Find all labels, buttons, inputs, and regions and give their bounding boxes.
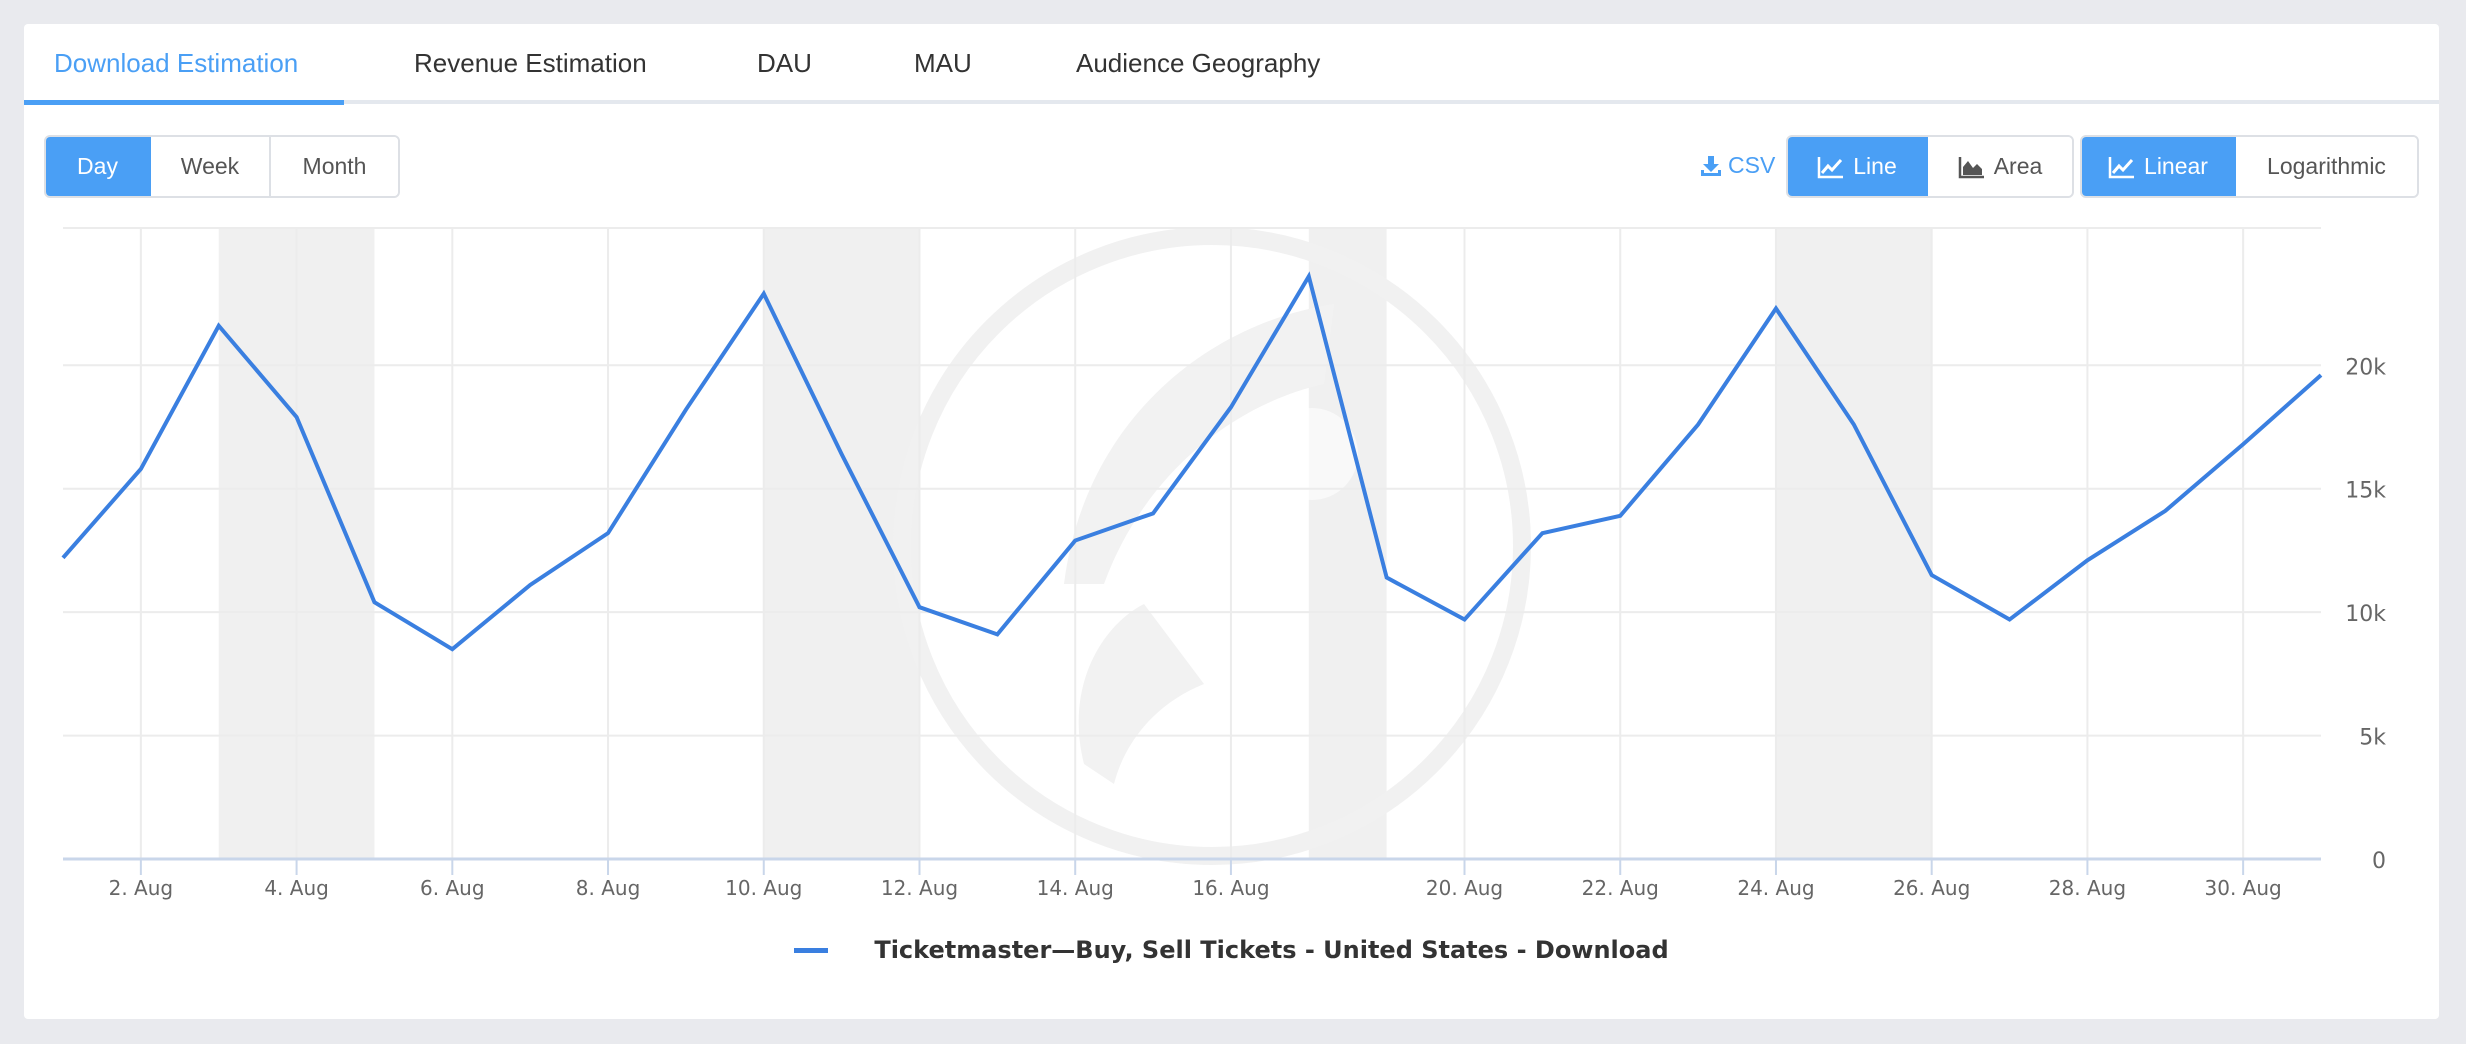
data-point[interactable] bbox=[1539, 530, 1545, 536]
x-tick-label: 10. Aug bbox=[725, 876, 802, 900]
data-point[interactable] bbox=[605, 530, 611, 536]
data-point[interactable] bbox=[60, 555, 66, 561]
x-tick-label: 16. Aug bbox=[1192, 876, 1269, 900]
watermark-logo bbox=[893, 227, 1531, 865]
x-tick-label: 30. Aug bbox=[2205, 876, 2282, 900]
data-point[interactable] bbox=[2084, 557, 2090, 563]
data-point[interactable] bbox=[1617, 513, 1623, 519]
x-tick-label: 20. Aug bbox=[1426, 876, 1503, 900]
data-point[interactable] bbox=[1072, 538, 1078, 544]
data-point[interactable] bbox=[1851, 422, 1857, 428]
series-line[interactable] bbox=[61, 271, 2323, 652]
data-point[interactable] bbox=[1150, 510, 1156, 516]
chart-card: Download Estimation Revenue Estimation D… bbox=[24, 24, 2439, 1019]
data-point[interactable] bbox=[2162, 508, 2168, 514]
x-tick-label: 12. Aug bbox=[881, 876, 958, 900]
legend-label[interactable]: Ticketmaster—Buy, Sell Tickets - United … bbox=[874, 936, 1668, 964]
x-tick-label: 24. Aug bbox=[1737, 876, 1814, 900]
data-point[interactable] bbox=[1306, 273, 1312, 279]
y-tick-label: 15k bbox=[2345, 479, 2386, 504]
chart-legend: Ticketmaster—Buy, Sell Tickets - United … bbox=[24, 936, 2439, 964]
data-point[interactable] bbox=[371, 599, 377, 605]
data-point[interactable] bbox=[1384, 575, 1390, 581]
data-point[interactable] bbox=[916, 604, 922, 610]
x-tick-label: 2. Aug bbox=[109, 876, 174, 900]
data-point[interactable] bbox=[1929, 572, 1935, 578]
data-point[interactable] bbox=[839, 451, 845, 457]
data-point[interactable] bbox=[761, 291, 767, 297]
y-tick-label: 5k bbox=[2359, 726, 2386, 751]
y-tick-label: 20k bbox=[2345, 355, 2386, 380]
data-point[interactable] bbox=[683, 407, 689, 413]
x-tick-label: 28. Aug bbox=[2049, 876, 2126, 900]
x-tick-label: 14. Aug bbox=[1037, 876, 1114, 900]
x-tick-label: 6. Aug bbox=[420, 876, 485, 900]
data-point[interactable] bbox=[294, 414, 300, 420]
data-point[interactable] bbox=[216, 323, 222, 329]
data-point[interactable] bbox=[138, 466, 144, 472]
data-point[interactable] bbox=[1228, 404, 1234, 410]
y-tick-label: 0 bbox=[2372, 849, 2386, 874]
data-point[interactable] bbox=[449, 646, 455, 652]
data-point[interactable] bbox=[1773, 305, 1779, 311]
download-chart: 2. Aug 4. Aug 6. Aug 8. Aug 10. Aug 12. Aug 14… bbox=[60, 227, 2386, 900]
x-tick-label: 22. Aug bbox=[1582, 876, 1659, 900]
weekend-band bbox=[1775, 228, 1932, 859]
y-tick-label: 10k bbox=[2345, 602, 2386, 627]
x-tick-label: 8. Aug bbox=[576, 876, 641, 900]
data-point[interactable] bbox=[2007, 617, 2013, 623]
data-point[interactable] bbox=[1462, 617, 1468, 623]
x-tick-label: 26. Aug bbox=[1893, 876, 1970, 900]
data-point[interactable] bbox=[994, 631, 1000, 637]
data-point[interactable] bbox=[1695, 422, 1701, 428]
data-point[interactable] bbox=[527, 582, 533, 588]
x-tick-label: 4. Aug bbox=[264, 876, 329, 900]
legend-swatch[interactable] bbox=[794, 947, 829, 953]
data-point[interactable] bbox=[2240, 441, 2246, 447]
data-point[interactable] bbox=[2318, 372, 2324, 378]
